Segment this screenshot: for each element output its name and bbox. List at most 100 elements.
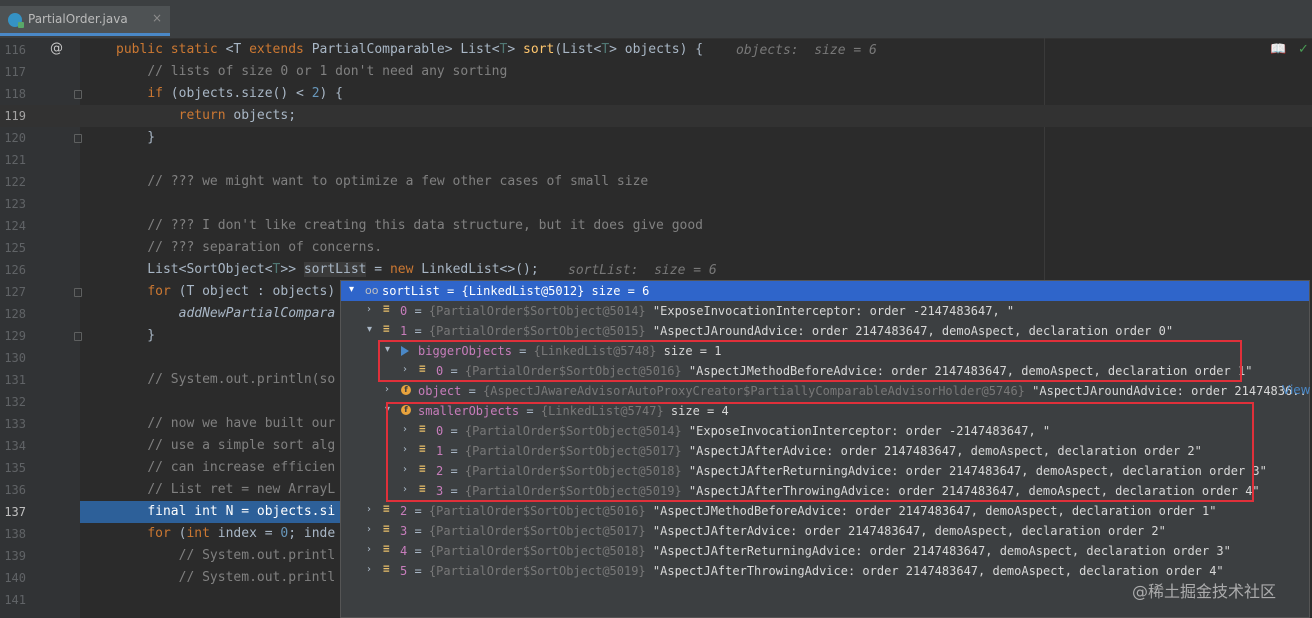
code-line[interactable]: 120 } (0, 127, 1312, 149)
array-element-icon: ≡ (383, 562, 390, 575)
line-number: 128 (4, 307, 26, 321)
code-line[interactable]: 123 (0, 193, 1312, 215)
override-marker-icon[interactable]: @ (50, 41, 63, 56)
code-text: // use a simple sort alg (147, 438, 336, 453)
tree-node-object[interactable]: › f object = {AspectJAwareAdvisorAutoProxy… (341, 381, 1309, 401)
watermark: @稀土掘金技术社区 (1132, 582, 1277, 601)
array-element-icon: ≡ (383, 522, 390, 535)
code-text: List<SortObject<T>> sortList = new Linke… (116, 262, 539, 277)
code-text: // ??? we might want to optimize a few o… (147, 174, 649, 189)
chevron-right-icon[interactable]: › (367, 304, 371, 315)
code-text: final int N = objects.si (147, 504, 336, 519)
code-text: if (objects.size() < 2) { (147, 86, 343, 101)
fold-marker-icon[interactable] (74, 90, 82, 99)
line-number: 117 (4, 65, 26, 79)
line-number: 119 (4, 109, 26, 123)
fold-marker-icon[interactable] (74, 332, 82, 341)
field-icon: f (401, 385, 411, 395)
line-number: 134 (4, 439, 26, 453)
tree-node-1[interactable]: ▾ ≡ 1 = {PartialOrder$SortObject@5015} "As… (341, 321, 1309, 341)
code-line[interactable]: 137 final int N = objects.si (4, 501, 340, 523)
line-number: 124 (4, 219, 26, 233)
chevron-right-icon[interactable]: › (367, 524, 371, 535)
code-text: // lists of size 0 or 1 don't need any s… (147, 64, 508, 79)
line-number: 140 (4, 571, 26, 585)
line-number: 135 (4, 461, 26, 475)
code-text: } (116, 130, 156, 145)
tab-label: PartialOrder.java (28, 12, 128, 26)
array-element-icon: ≡ (383, 542, 390, 555)
tree-node-0[interactable]: › ≡ 0 = {PartialOrder$SortObject@5014} "Ex… (341, 301, 1309, 321)
code-line[interactable]: 117 // lists of size 0 or 1 don't need a… (0, 61, 1312, 83)
chevron-down-icon[interactable]: ▾ (349, 284, 354, 295)
code-text: // can increase efficien (147, 460, 336, 475)
code-line[interactable]: 116 public static <T extends PartialCompa… (0, 39, 1312, 61)
code-text: // List ret = new ArrayL (147, 482, 336, 497)
array-element-icon: ≡ (383, 302, 390, 315)
line-number: 126 (4, 263, 26, 277)
line-number: 141 (4, 593, 26, 607)
tree-node-text: 0 = {PartialOrder$SortObject@5014} "Expo… (400, 304, 1015, 318)
code-line[interactable]: 118 if (objects.size() < 2) { (0, 83, 1312, 105)
array-element-icon: ≡ (383, 502, 390, 515)
code-line[interactable]: 124 // ??? I don't like creating this da… (0, 215, 1312, 237)
tree-node-sortlist[interactable]: ▾ oo sortList = {LinkedList@5012} size = 6 (341, 281, 1309, 301)
tab-partialorder-java[interactable]: PartialOrder.java × (0, 6, 170, 36)
code-line[interactable]: 122 // ??? we might want to optimize a f… (0, 171, 1312, 193)
code-text: for (int index = 0; inde (147, 526, 336, 541)
line-number: 123 (4, 197, 26, 211)
tree-node-3[interactable]: › ≡ 3 = {PartialOrder$SortObject@5017} "As… (341, 521, 1309, 541)
code-text: public static <T extends PartialComparab… (116, 42, 704, 57)
chevron-right-icon[interactable]: › (367, 504, 371, 515)
tree-node-text: 2 = {PartialOrder$SortObject@5016} "Aspe… (400, 504, 1217, 518)
chevron-right-icon[interactable]: › (367, 564, 371, 575)
inline-debug-value: sortList: size = 6 (568, 263, 717, 278)
line-number: 137 (4, 505, 26, 519)
highlight-box-bigger-objects (378, 340, 1242, 382)
line-number: 138 (4, 527, 26, 541)
line-number: 139 (4, 549, 26, 563)
line-number: 132 (4, 395, 26, 409)
java-class-icon (8, 13, 24, 28)
code-text: for (T object : objects) (147, 284, 336, 299)
line-number: 136 (4, 483, 26, 497)
line-number: 120 (4, 131, 26, 145)
code-line[interactable]: 125 // ??? separation of concerns. (0, 237, 1312, 259)
inline-debug-value: objects: size = 6 (736, 43, 877, 58)
view-link[interactable]: View (1282, 383, 1310, 397)
tree-node-text: sortList = {LinkedList@5012} size = 6 (382, 284, 650, 298)
tree-node-text: 1 = {PartialOrder$SortObject@5015} "Aspe… (400, 324, 1174, 338)
code-text: // now we have built our (147, 416, 336, 431)
code-text: addNewPartialCompara (178, 306, 336, 321)
highlight-box-smaller-objects (386, 402, 1254, 502)
tree-node-2[interactable]: › ≡ 2 = {PartialOrder$SortObject@5016} "As… (341, 501, 1309, 521)
chevron-right-icon[interactable]: › (367, 544, 371, 555)
code-text: // System.out.printl (178, 548, 336, 563)
code-text: } (116, 328, 156, 343)
array-element-icon: ≡ (383, 322, 390, 335)
code-line[interactable]: 121 (0, 149, 1312, 171)
line-number: 116 (4, 43, 26, 57)
code-line[interactable]: 119 return objects; (0, 105, 1312, 127)
chevron-right-icon[interactable]: › (385, 384, 389, 395)
tree-node-text: 4 = {PartialOrder$SortObject@5018} "Aspe… (400, 544, 1231, 558)
fold-marker-icon[interactable] (74, 134, 82, 143)
tree-node-4[interactable]: › ≡ 4 = {PartialOrder$SortObject@5018} "As… (341, 541, 1309, 561)
editor-tab-bar: PartialOrder.java × (0, 0, 1312, 39)
line-number: 129 (4, 329, 26, 343)
fold-marker-icon[interactable] (74, 288, 82, 297)
line-number: 131 (4, 373, 26, 387)
line-number: 127 (4, 285, 26, 299)
line-number: 125 (4, 241, 26, 255)
code-text: // ??? I don't like creating this data s… (147, 218, 704, 233)
line-number: 133 (4, 417, 26, 431)
close-icon[interactable]: × (152, 11, 162, 25)
chevron-down-icon[interactable]: ▾ (367, 324, 372, 335)
code-line[interactable]: 126 List<SortObject<T>> sortList = new L… (0, 259, 1312, 281)
code-text: // ??? separation of concerns. (147, 240, 383, 255)
tree-node-text: object = {AspectJAwareAdvisorAutoProxyCr… (418, 384, 1310, 398)
code-text: // System.out.printl (178, 570, 336, 585)
watch-variable-icon: oo (365, 284, 379, 297)
code-text: return objects; (178, 108, 297, 123)
line-number: 121 (4, 153, 26, 167)
